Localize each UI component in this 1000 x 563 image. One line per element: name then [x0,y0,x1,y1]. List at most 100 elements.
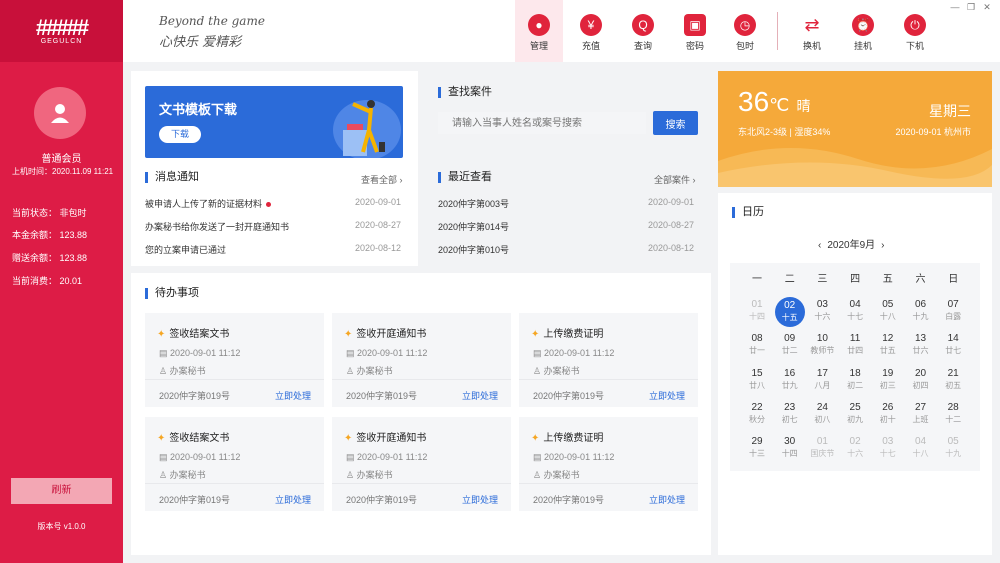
todo-item-time: 2020-09-01 11:12 [170,452,241,462]
download-button[interactable]: 下载 [159,126,201,143]
wave-decoration [718,147,992,187]
calendar-day[interactable]: 30 十四 [774,436,806,459]
weekday-header: 四 [850,274,861,285]
calendar-day[interactable]: 11 廿四 [839,333,871,356]
calendar-day[interactable]: 02 十六 [839,436,871,459]
notices-view-all-link[interactable]: 查看全部 › [361,173,403,186]
slogan-cn: 心快乐 爱精彩 [159,35,242,50]
calendar-day[interactable]: 01 国庆节 [806,436,838,459]
refresh-button[interactable]: 刷新 [11,478,112,504]
nav-switch-button[interactable]: ⇄ 换机 [788,0,836,62]
notice-item[interactable]: 办案秘书给你发送了一封开庭通知书 [145,220,289,233]
case-search-input[interactable] [438,112,646,134]
process-now-link[interactable]: 立即处理 [649,389,685,402]
nav-label: 管理 [529,41,548,51]
calendar-day[interactable]: 17 八月 [806,368,838,391]
prev-month-icon[interactable]: ‹ [818,240,821,251]
todo-item-case: 2020仲字第019号 [346,391,418,401]
calendar-day[interactable]: 26 初十 [872,402,904,425]
divider [332,379,511,380]
nav-label: 包时 [735,41,754,51]
principal-balance: 本金余额： 123.88 [12,230,88,240]
todo-item: ✦ 上传缴费证明 ▤ 2020-09-01 11:12 ♙ 办案秘书 2020仲字… [519,313,698,407]
calendar-day[interactable]: 12 廿五 [872,333,904,356]
todo-item-time: 2020-09-01 11:12 [170,348,241,358]
calendar-day[interactable]: 15 廿八 [741,368,773,391]
todo-item: ✦ 上传缴费证明 ▤ 2020-09-01 11:12 ♙ 办案秘书 2020仲字… [519,417,698,511]
calendar-day[interactable]: 28 十二 [937,402,969,425]
weekday-header: 日 [948,274,959,285]
restore-icon[interactable]: ❐ [964,2,978,13]
calendar-day[interactable]: 09 廿二 [774,333,806,356]
calendar-day[interactable]: 14 廿七 [937,333,969,356]
nav-query-button[interactable]: Q 查询 [619,0,667,62]
template-download-banner[interactable]: 文书模板下载 下载 [145,86,403,158]
calendar-day[interactable]: 22 秋分 [741,402,773,425]
calendar-day[interactable]: 04 十八 [905,436,937,459]
lunar-label: 初二 [847,380,864,390]
all-cases-link[interactable]: 全部案件 › [654,173,696,186]
calendar-day[interactable]: 01 十四 [741,299,773,322]
process-now-link[interactable]: 立即处理 [649,493,685,506]
notices-title: 消息通知 [145,172,199,183]
pin-icon: ✦ [157,433,166,444]
lunar-label: 廿六 [912,346,929,356]
nav-divider [777,12,778,50]
nav-hangup-button[interactable]: ⏰ 挂机 [839,0,887,62]
calendar-day[interactable]: 06 十九 [905,299,937,322]
nav-timed-button[interactable]: ◷ 包时 [721,0,769,62]
next-month-icon[interactable]: › [881,240,884,251]
recent-case-item[interactable]: 2020仲字第014号 [438,220,509,233]
search-icon: Q [632,14,654,36]
person-icon: ♙ [346,470,355,480]
day-number: 12 [882,333,894,345]
day-number: 09 [784,333,796,345]
calendar-day[interactable]: 27 上班 [905,402,937,425]
calendar-day[interactable]: 05 十九 [937,436,969,459]
weather-condition: 晴 [796,98,811,114]
nav-logout-button[interactable]: ⏻ 下机 [891,0,939,62]
calendar-day[interactable]: 03 十七 [872,436,904,459]
calendar-day[interactable]: 04 十七 [839,299,871,322]
nav-recharge-button[interactable]: ¥ 充值 [567,0,615,62]
calendar-day[interactable]: 20 初四 [905,368,937,391]
day-number: 11 [849,333,861,345]
notice-item[interactable]: 被申请人上传了新的证据材料 [145,197,272,210]
calendar-day[interactable]: 29 十三 [741,436,773,459]
close-icon[interactable]: ✕ [980,2,994,13]
process-now-link[interactable]: 立即处理 [462,493,498,506]
minimize-icon[interactable]: — [948,2,962,12]
calendar-day[interactable]: 13 廿六 [905,333,937,356]
alarm-icon: ⏰ [852,14,874,36]
avatar[interactable] [34,87,86,139]
bonus-balance: 赠送余额： 123.88 [12,253,88,263]
lunar-label: 十七 [879,449,896,459]
calendar-day[interactable]: 21 初五 [937,368,969,391]
calendar-day-today[interactable]: 02 十五 [774,297,805,327]
calendar-day[interactable]: 07 白露 [937,299,969,322]
lunar-label: 十三 [749,449,765,459]
calendar-day[interactable]: 24 初八 [806,402,838,425]
calendar-day[interactable]: 05 十八 [872,299,904,322]
recent-case-item[interactable]: 2020仲字第010号 [438,243,509,256]
calendar-day[interactable]: 18 初二 [839,368,871,391]
month-nav: ‹ 2020年9月 › [818,236,885,251]
calendar-day[interactable]: 10 教师节 [806,333,838,356]
calendar-day[interactable]: 23 初七 [774,402,806,425]
process-now-link[interactable]: 立即处理 [462,389,498,402]
nav-password-button[interactable]: ▣ 密码 [671,0,719,62]
calendar-day[interactable]: 08 廿一 [741,333,773,356]
weather-temp-row: 36℃ 晴 [738,86,810,118]
day-number: 16 [784,367,796,379]
process-now-link[interactable]: 立即处理 [275,389,311,402]
nav-manage-button[interactable]: ● 管理 [515,0,563,62]
calendar-day[interactable]: 03 十六 [806,299,838,322]
calendar-day[interactable]: 19 初三 [872,368,904,391]
search-button[interactable]: 搜索 [653,111,698,135]
process-now-link[interactable]: 立即处理 [275,493,311,506]
recent-case-item[interactable]: 2020仲字第003号 [438,197,509,210]
calendar-day[interactable]: 25 初九 [839,402,871,425]
calendar-day[interactable]: 16 廿九 [774,368,806,391]
weekday-header: 三 [817,274,828,285]
notice-item[interactable]: 您的立案申请已通过 [145,243,226,256]
